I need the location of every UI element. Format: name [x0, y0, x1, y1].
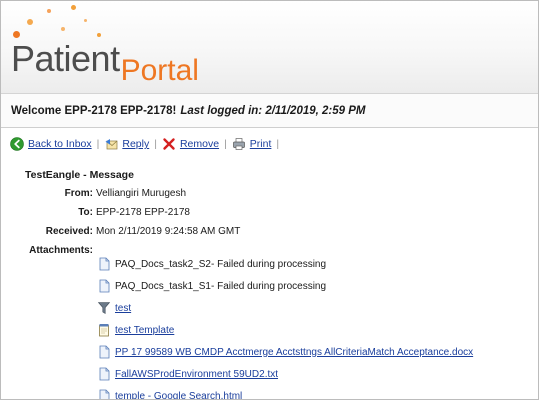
decor-dot	[84, 19, 87, 22]
remove-link[interactable]: Remove	[180, 130, 219, 158]
received-row: Received: Mon 2/11/2019 9:24:58 AM GMT	[1, 226, 241, 237]
back-to-inbox-button[interactable]: Back to Inbox	[10, 130, 92, 158]
patient-portal-window: PatientPortal Welcome EPP-2178 EPP-2178!…	[0, 0, 539, 400]
received-value: Mon 2/11/2019 9:24:58 AM GMT	[96, 226, 241, 237]
reply-icon	[105, 139, 118, 150]
to-value: EPP-2178 EPP-2178	[96, 207, 190, 218]
document-icon	[99, 279, 110, 293]
attachment-name[interactable]: PAQ_Docs_task2_S2- Failed during process…	[115, 259, 326, 270]
toolbar-separator: |	[224, 138, 227, 150]
filter-icon	[97, 302, 111, 315]
remove-button[interactable]: Remove	[162, 130, 219, 158]
toolbar-separator: |	[154, 138, 157, 150]
attachment-name[interactable]: PAQ_Docs_task1_S1- Failed during process…	[115, 281, 326, 292]
welcome-text: Welcome EPP-2178 EPP-2178!	[11, 105, 177, 117]
decor-dot	[13, 31, 20, 38]
message-subject: TestEangle - Message	[25, 169, 134, 181]
attachment-item[interactable]: FallAWSProdEnvironment 59UD2.txt	[97, 367, 278, 381]
reply-button[interactable]: Reply	[104, 130, 149, 158]
back-arrow-icon	[10, 137, 24, 152]
notepad-icon	[99, 324, 109, 337]
logo-text-portal: Portal	[120, 54, 199, 87]
attachments-row: Attachments:	[1, 245, 93, 256]
attachments-label: Attachments:	[29, 245, 93, 256]
to-row: To: EPP-2178 EPP-2178	[1, 207, 190, 218]
attachment-item[interactable]: temple - Google Search.html	[97, 389, 242, 400]
decor-dot	[97, 33, 101, 37]
document-icon	[99, 389, 110, 399]
decor-dot	[27, 19, 33, 25]
patient-portal-logo: PatientPortal	[11, 38, 199, 86]
printer-icon	[232, 138, 245, 151]
print-button[interactable]: Print	[232, 130, 272, 158]
attachment-item[interactable]: PAQ_Docs_task2_S2- Failed during process…	[97, 257, 326, 271]
attachment-item[interactable]: PAQ_Docs_task1_S1- Failed during process…	[97, 279, 326, 293]
decor-dot	[61, 27, 65, 31]
remove-x-icon	[163, 138, 175, 150]
document-icon	[99, 367, 110, 381]
decor-dot	[47, 9, 51, 13]
document-icon	[99, 257, 110, 271]
from-label: From:	[64, 188, 93, 199]
toolbar-separator: |	[96, 138, 100, 150]
welcome-bar: Welcome EPP-2178 EPP-2178! Last logged in…	[1, 94, 538, 128]
from-value: Velliangiri Murugesh	[96, 188, 187, 199]
logo-text-patient: Patient	[11, 38, 120, 79]
attachment-link[interactable]: test	[115, 303, 131, 314]
attachment-link[interactable]: FallAWSProdEnvironment 59UD2.txt	[115, 369, 278, 380]
attachment-link[interactable]: PP 17 99589 WB CMDP Acctmerge Acctsttngs…	[115, 347, 473, 358]
decor-dot	[71, 5, 76, 10]
attachment-link[interactable]: temple - Google Search.html	[115, 391, 242, 400]
message-toolbar: Back to Inbox | Reply | Remove | Print |	[1, 130, 538, 158]
attachment-item[interactable]: PP 17 99589 WB CMDP Acctmerge Acctsttngs…	[97, 345, 473, 359]
portal-header: PatientPortal	[1, 1, 538, 94]
back-to-inbox-link[interactable]: Back to Inbox	[28, 130, 92, 158]
to-label: To:	[78, 207, 93, 218]
from-row: From: Velliangiri Murugesh	[1, 188, 186, 199]
attachment-item[interactable]: test	[97, 301, 131, 315]
toolbar-separator: |	[276, 138, 280, 150]
reply-link[interactable]: Reply	[122, 130, 149, 158]
attachment-item[interactable]: test Template	[97, 323, 174, 337]
document-icon	[99, 345, 110, 359]
last-logged-in: Last logged in: 2/11/2019, 2:59 PM	[180, 105, 366, 117]
print-link[interactable]: Print	[250, 130, 272, 158]
received-label: Received:	[45, 226, 93, 237]
attachment-link[interactable]: test Template	[115, 325, 174, 336]
